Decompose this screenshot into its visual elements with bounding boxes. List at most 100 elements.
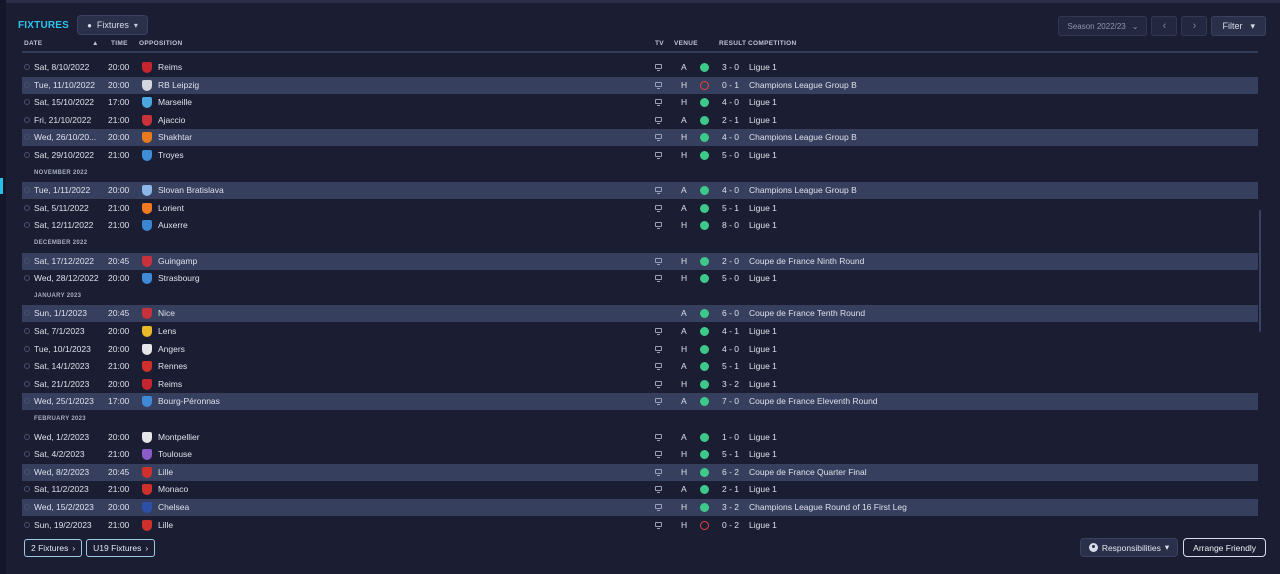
col-tv[interactable]: TV xyxy=(655,40,664,47)
score[interactable]: 5 - 0 xyxy=(722,147,739,164)
opponent-name[interactable]: Slovan Bratislava xyxy=(158,182,224,199)
opponent-name[interactable]: Montpellier xyxy=(158,429,200,446)
filter-button[interactable]: Filter ▾ xyxy=(1211,16,1266,36)
competition[interactable]: Ligue 1 xyxy=(749,429,777,446)
next-season-button[interactable]: › xyxy=(1181,16,1208,36)
fixture-row[interactable]: Sun, 19/2/2023 21:00 Lille H 0 - 2 Ligue 1 xyxy=(22,517,1258,534)
col-result[interactable]: RESULT xyxy=(719,40,746,47)
competition[interactable]: Ligue 1 xyxy=(749,270,777,287)
opponent-name[interactable]: Monaco xyxy=(158,481,188,498)
opponent-name[interactable]: Toulouse xyxy=(158,446,192,463)
score[interactable]: 5 - 1 xyxy=(722,200,739,217)
fixture-row[interactable]: Sun, 1/1/2023 20:45 Nice A 6 - 0 Coupe de Fra… xyxy=(22,305,1258,323)
fixture-row[interactable]: Sat, 5/11/2022 21:00 Lorient A 5 - 1 Ligue 1 xyxy=(22,200,1258,217)
opponent-name[interactable]: Lorient xyxy=(158,200,184,217)
competition[interactable]: Ligue 1 xyxy=(749,376,777,393)
opponent-name[interactable]: Chelsea xyxy=(158,499,189,516)
fixture-row[interactable]: Sat, 11/2/2023 21:00 Monaco A 2 - 1 Ligue 1 xyxy=(22,481,1258,498)
opponent-name[interactable]: Nice xyxy=(158,305,175,322)
fixture-row[interactable]: Tue, 11/10/2022 20:00 RB Leipzig H 0 - 1 Cham… xyxy=(22,76,1258,94)
competition[interactable]: Ligue 1 xyxy=(749,323,777,340)
competition[interactable]: Coupe de France Eleventh Round xyxy=(749,393,878,410)
score[interactable]: 2 - 1 xyxy=(722,112,739,129)
fixture-row[interactable]: Wed, 28/12/2022 20:00 Strasbourg H 5 - 0 Ligu… xyxy=(22,270,1258,287)
score[interactable]: 3 - 2 xyxy=(722,499,739,516)
fixture-row[interactable]: Fri, 21/10/2022 21:00 Ajaccio A 2 - 1 Ligue 1 xyxy=(22,112,1258,129)
fixture-row[interactable]: Sat, 17/12/2022 20:45 Guingamp H 2 - 0 Coupe … xyxy=(22,252,1258,270)
fixture-row[interactable]: Wed, 15/2/2023 20:00 Chelsea H 3 - 2 Champion… xyxy=(22,499,1258,516)
opponent-name[interactable]: Rennes xyxy=(158,358,187,375)
col-competition[interactable]: COMPETITION xyxy=(748,40,796,47)
score[interactable]: 0 - 1 xyxy=(722,77,739,94)
opponent-name[interactable]: RB Leipzig xyxy=(158,77,199,94)
competition[interactable]: Champions League Round of 16 First Leg xyxy=(749,499,907,516)
fixture-row[interactable]: Sat, 8/10/2022 20:00 Reims A 3 - 0 Ligue 1 xyxy=(22,59,1258,76)
fixture-row[interactable]: Wed, 26/10/20... 20:00 Shakhtar H 4 - 0 Champ… xyxy=(22,129,1258,147)
col-time[interactable]: TIME xyxy=(111,40,128,47)
col-opposition[interactable]: OPPOSITION xyxy=(139,40,182,47)
competition[interactable]: Ligue 1 xyxy=(749,59,777,76)
competition[interactable]: Ligue 1 xyxy=(749,481,777,498)
score[interactable]: 2 - 0 xyxy=(722,253,739,270)
score[interactable]: 3 - 2 xyxy=(722,376,739,393)
score[interactable]: 5 - 0 xyxy=(722,270,739,287)
score[interactable]: 6 - 2 xyxy=(722,464,739,481)
opponent-name[interactable]: Shakhtar xyxy=(158,129,192,146)
opponent-name[interactable]: Auxerre xyxy=(158,217,188,234)
score[interactable]: 6 - 0 xyxy=(722,305,739,322)
fixture-row[interactable]: Sat, 21/1/2023 20:00 Reims H 3 - 2 Ligue 1 xyxy=(22,376,1258,393)
opponent-name[interactable]: Marseille xyxy=(158,94,192,111)
score[interactable]: 5 - 1 xyxy=(722,446,739,463)
competition[interactable]: Coupe de France Tenth Round xyxy=(749,305,865,322)
opponent-name[interactable]: Bourg-Péronnas xyxy=(158,393,220,410)
fixture-row[interactable]: Sat, 15/10/2022 17:00 Marseille H 4 - 0 Ligue… xyxy=(22,94,1258,111)
competition[interactable]: Champions League Group B xyxy=(749,77,857,94)
col-venue[interactable]: VENUE xyxy=(674,40,698,47)
competition[interactable]: Ligue 1 xyxy=(749,517,777,534)
fixture-row[interactable]: Sat, 7/1/2023 20:00 Lens A 4 - 1 Ligue 1 xyxy=(22,323,1258,340)
competition[interactable]: Champions League Group B xyxy=(749,129,857,146)
score[interactable]: 7 - 0 xyxy=(722,393,739,410)
competition[interactable]: Coupe de France Ninth Round xyxy=(749,253,864,270)
opponent-name[interactable]: Lille xyxy=(158,464,173,481)
opponent-name[interactable]: Angers xyxy=(158,341,185,358)
score[interactable]: 8 - 0 xyxy=(722,217,739,234)
competition[interactable]: Ligue 1 xyxy=(749,446,777,463)
fixture-row[interactable]: Sat, 14/1/2023 21:00 Rennes A 5 - 1 Ligue 1 xyxy=(22,358,1258,375)
opponent-name[interactable]: Reims xyxy=(158,376,182,393)
score[interactable]: 2 - 1 xyxy=(722,481,739,498)
competition[interactable]: Ligue 1 xyxy=(749,94,777,111)
fixture-row[interactable]: Tue, 10/1/2023 20:00 Angers H 4 - 0 Ligue 1 xyxy=(22,341,1258,358)
score[interactable]: 4 - 0 xyxy=(722,94,739,111)
opponent-name[interactable]: Lille xyxy=(158,517,173,534)
competition[interactable]: Champions League Group B xyxy=(749,182,857,199)
opponent-name[interactable]: Lens xyxy=(158,323,176,340)
opponent-name[interactable]: Strasbourg xyxy=(158,270,200,287)
responsibilities-button[interactable]: Responsibilities ▾ xyxy=(1079,538,1179,557)
arrange-friendly-button[interactable]: Arrange Friendly xyxy=(1183,538,1266,557)
opponent-name[interactable]: Guingamp xyxy=(158,253,197,270)
opponent-name[interactable]: Ajaccio xyxy=(158,112,185,129)
view-dropdown[interactable]: ● Fixtures ▾ xyxy=(77,15,148,35)
fixture-row[interactable]: Sat, 4/2/2023 21:00 Toulouse H 5 - 1 Ligue 1 xyxy=(22,446,1258,463)
competition[interactable]: Ligue 1 xyxy=(749,341,777,358)
fixture-row[interactable]: Wed, 25/1/2023 17:00 Bourg-Péronnas A 7 - 0 C… xyxy=(22,393,1258,411)
fixture-row[interactable]: Wed, 1/2/2023 20:00 Montpellier A 1 - 0 Ligue… xyxy=(22,429,1258,446)
competition[interactable]: Ligue 1 xyxy=(749,358,777,375)
season-selector[interactable]: Season 2022/23 ⌄ xyxy=(1058,16,1148,36)
fixture-row[interactable]: Sat, 29/10/2022 21:00 Troyes H 5 - 0 Ligue 1 xyxy=(22,147,1258,164)
score[interactable]: 3 - 0 xyxy=(722,59,739,76)
col-date[interactable]: DATE xyxy=(24,40,42,47)
score[interactable]: 4 - 0 xyxy=(722,182,739,199)
prev-season-button[interactable]: ‹ xyxy=(1151,16,1178,36)
scrollbar[interactable] xyxy=(1259,210,1261,332)
opponent-name[interactable]: Reims xyxy=(158,59,182,76)
score[interactable]: 4 - 0 xyxy=(722,341,739,358)
opponent-name[interactable]: Troyes xyxy=(158,147,184,164)
fixture-row[interactable]: Sat, 12/11/2022 21:00 Auxerre H 8 - 0 Ligue 1 xyxy=(22,217,1258,234)
score[interactable]: 4 - 1 xyxy=(722,323,739,340)
score[interactable]: 5 - 1 xyxy=(722,358,739,375)
fixture-row[interactable]: Tue, 1/11/2022 20:00 Slovan Bratislava A 4 -… xyxy=(22,182,1258,200)
competition[interactable]: Ligue 1 xyxy=(749,147,777,164)
fixtures-count-button[interactable]: 2 Fixtures › xyxy=(24,539,83,557)
